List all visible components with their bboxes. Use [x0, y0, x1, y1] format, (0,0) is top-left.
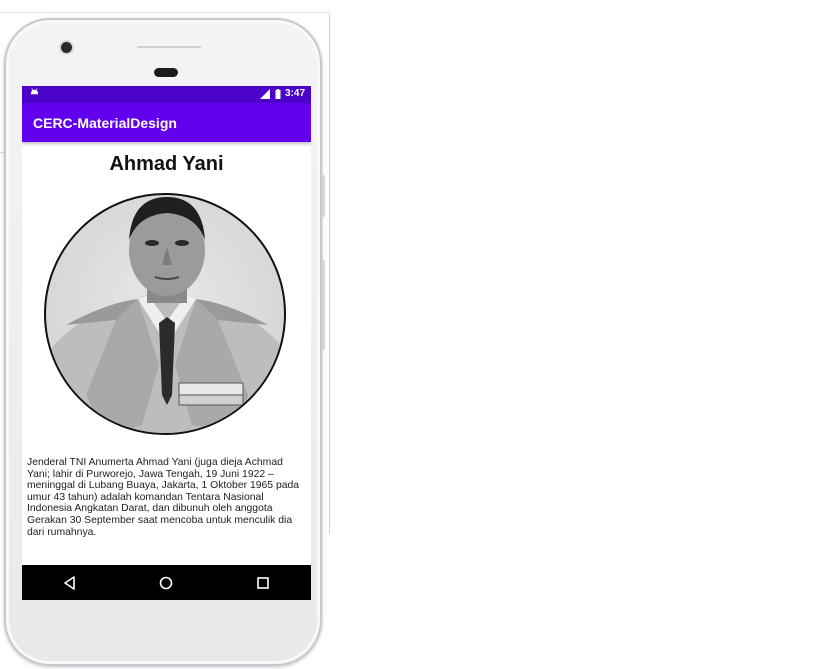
- back-icon: [64, 575, 75, 590]
- profile-content: Ahmad Yani Jenderal TNI Anumerta Ahmad Y…: [22, 142, 311, 565]
- app-title: CERC-MaterialDesign: [33, 115, 177, 131]
- front-camera: [61, 42, 72, 53]
- status-bar: 3:47: [22, 86, 311, 103]
- phone-frame: 3:47 CERC-MaterialDesign Ahmad Yani Jend…: [4, 18, 325, 666]
- profile-bio: Jenderal TNI Anumerta Ahmad Yani (juga d…: [27, 457, 300, 538]
- profile-name: Ahmad Yani: [109, 153, 224, 175]
- signal-icon: [259, 88, 270, 99]
- battery-icon: [275, 88, 281, 99]
- portrait-image: [46, 197, 284, 433]
- editor-panel-edge: [329, 14, 330, 534]
- profile-portrait: [44, 193, 286, 435]
- speaker-grille: [137, 46, 201, 48]
- nav-back-button[interactable]: [40, 565, 100, 600]
- android-icon: [30, 88, 39, 95]
- navigation-bar: [22, 565, 311, 600]
- home-icon: [160, 576, 173, 589]
- app-bar: CERC-MaterialDesign: [22, 103, 311, 142]
- nav-recents-button[interactable]: [233, 565, 293, 600]
- editor-divider: [0, 12, 330, 13]
- recents-icon: [257, 576, 269, 589]
- power-button[interactable]: [322, 260, 325, 350]
- nav-home-button[interactable]: [136, 565, 196, 600]
- device-screen: 3:47 CERC-MaterialDesign Ahmad Yani Jend…: [22, 86, 311, 600]
- earpiece: [154, 68, 178, 77]
- volume-button[interactable]: [322, 175, 325, 217]
- status-time: 3:47: [284, 88, 305, 99]
